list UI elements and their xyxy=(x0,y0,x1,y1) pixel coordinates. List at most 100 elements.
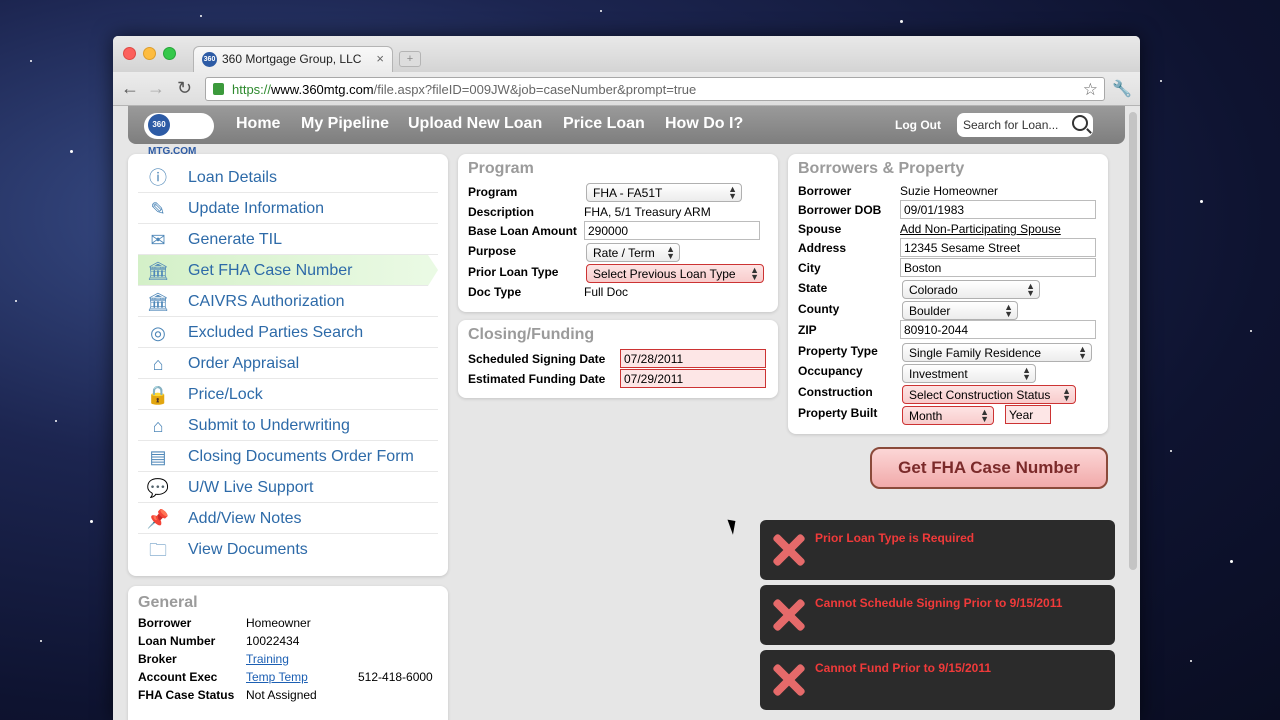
prior-loan-type-select[interactable]: Select Previous Loan Type ▲ ▼ xyxy=(586,264,764,283)
general-title: General xyxy=(138,594,198,611)
nav-how-do-i[interactable]: How Do I? xyxy=(665,115,743,133)
nav-upload-new-loan[interactable]: Upload New Loan xyxy=(408,115,542,133)
select-arrows-icon: ▲ ▼ xyxy=(1022,365,1031,382)
nav-my-pipeline[interactable]: My Pipeline xyxy=(301,115,389,133)
error-text: Prior Loan Type is Required xyxy=(815,531,975,545)
sidebar-item-uw-live-support[interactable]: 💬 U/W Live Support xyxy=(138,472,438,503)
loan-number-label: Loan Number xyxy=(138,634,216,648)
base-loan-label: Base Loan Amount xyxy=(468,224,577,238)
close-window-button[interactable] xyxy=(123,47,136,60)
page-scrollbar[interactable] xyxy=(1129,112,1137,570)
construction-status-select[interactable]: Select Construction Status ▲ ▼ xyxy=(902,385,1076,404)
broker-link[interactable]: Training xyxy=(246,652,289,666)
sidebar-item-label: Update Information xyxy=(188,200,325,217)
forward-arrow-icon[interactable]: → xyxy=(147,78,165,99)
base-loan-amount-input[interactable]: 290000 xyxy=(584,221,760,240)
browser-tab[interactable]: 360 360 Mortgage Group, LLC × xyxy=(193,46,393,72)
zip-label: ZIP xyxy=(798,323,817,337)
sidebar-item-excluded-parties-search[interactable]: ◎ Excluded Parties Search xyxy=(138,317,438,348)
lock-icon: 🔒 xyxy=(146,385,170,405)
select-arrows-icon: ▲ ▼ xyxy=(1078,344,1087,361)
general-panel: General Borrower Homeowner Loan Number 1… xyxy=(128,586,448,720)
minimize-window-button[interactable] xyxy=(143,47,156,60)
construction-select-value: Select Construction Status xyxy=(909,388,1051,402)
program-select[interactable]: FHA - FA51T ▲ ▼ xyxy=(586,183,742,202)
borrowers-title: Borrowers & Property xyxy=(798,160,965,177)
signing-date-label: Scheduled Signing Date xyxy=(468,352,606,366)
address-input[interactable]: 12345 Sesame Street xyxy=(900,238,1096,257)
fha-status-value: Not Assigned xyxy=(246,688,317,702)
zoom-window-button[interactable] xyxy=(163,47,176,60)
state-select[interactable]: Colorado ▲ ▼ xyxy=(902,280,1040,299)
document-stamp-icon: ✉ xyxy=(150,230,166,250)
state-select-value: Colorado xyxy=(909,283,958,297)
bookmark-star-icon[interactable]: ☆ xyxy=(1083,80,1098,100)
sidebar-item-add-view-notes[interactable]: 📌 Add/View Notes xyxy=(138,503,438,534)
new-tab-button[interactable]: + xyxy=(399,51,421,67)
select-arrows-icon: ▲ ▼ xyxy=(1026,281,1035,298)
sidebar-item-label: U/W Live Support xyxy=(188,479,314,496)
dob-input[interactable]: 09/01/1983 xyxy=(900,200,1096,219)
nav-price-loan[interactable]: Price Loan xyxy=(563,115,645,133)
search-icon[interactable] xyxy=(1072,115,1088,131)
wrench-icon[interactable]: 🔧 xyxy=(1112,79,1132,99)
sidebar-item-closing-documents-order-form[interactable]: ▤ Closing Documents Order Form xyxy=(138,441,438,472)
property-type-select[interactable]: Single Family Residence ▲ ▼ xyxy=(902,343,1092,362)
logout-link[interactable]: Log Out xyxy=(895,118,941,132)
loan-search-input[interactable]: Search for Loan... xyxy=(957,113,1093,137)
error-text: Cannot Schedule Signing Prior to 9/15/20… xyxy=(815,596,1063,610)
tab-close-icon[interactable]: × xyxy=(376,51,384,66)
back-arrow-icon[interactable]: ← xyxy=(121,78,139,99)
lock-icon xyxy=(213,83,224,95)
city-input[interactable]: Boston xyxy=(900,258,1096,277)
built-year-input[interactable]: Year xyxy=(1005,405,1051,424)
sidebar-item-label: View Documents xyxy=(188,541,308,558)
county-label: County xyxy=(798,302,840,316)
sidebar-item-submit-to-underwriting[interactable]: ⌂ Submit to Underwriting xyxy=(138,410,438,441)
sidebar-item-label: Submit to Underwriting xyxy=(188,417,350,434)
get-fha-case-number-button[interactable]: Get FHA Case Number xyxy=(870,447,1108,489)
sidebar-item-label: Price/Lock xyxy=(188,386,263,403)
address-bar[interactable]: https://www.360mtg.com/file.aspx?fileID=… xyxy=(205,77,1105,101)
purpose-label: Purpose xyxy=(468,244,517,258)
purpose-select-value: Rate / Term xyxy=(593,246,655,260)
purpose-select[interactable]: Rate / Term ▲ ▼ xyxy=(586,243,680,262)
funding-date-input[interactable]: 07/29/2011 xyxy=(620,369,766,388)
sidebar-item-price-lock[interactable]: 🔒 Price/Lock xyxy=(138,379,438,410)
construction-label: Construction xyxy=(798,385,873,399)
select-arrows-icon: ▲ ▼ xyxy=(1062,386,1071,403)
doc-type-value: Full Doc xyxy=(584,285,629,299)
error-message: Cannot Fund Prior to 9/15/2011 xyxy=(760,650,1115,710)
sidebar-item-loan-details[interactable]: ⓘ Loan Details xyxy=(138,162,438,193)
select-arrows-icon: ▲ ▼ xyxy=(980,407,989,424)
signing-date-input[interactable]: 07/28/2011 xyxy=(620,349,766,368)
mouse-cursor-icon xyxy=(727,517,740,535)
address-label: Address xyxy=(798,241,847,255)
sidebar-item-get-fha-case-number[interactable]: 🏛 Get FHA Case Number xyxy=(138,255,438,286)
browser-window: 360 360 Mortgage Group, LLC × + ← → ↻ ht… xyxy=(113,36,1140,720)
zip-input[interactable]: 80910-2044 xyxy=(900,320,1096,339)
sidebar-item-order-appraisal[interactable]: ⌂ Order Appraisal xyxy=(138,348,438,379)
site-logo[interactable]: 360MTG.COM xyxy=(144,113,214,157)
county-select[interactable]: Boulder ▲ ▼ xyxy=(902,301,1018,320)
borrower-label: Borrower xyxy=(798,184,852,198)
add-spouse-link[interactable]: Add Non-Participating Spouse xyxy=(900,222,1061,236)
target-icon: ◎ xyxy=(150,323,166,343)
sidebar-item-caivrs-authorization[interactable]: 🏛 CAIVRS Authorization xyxy=(138,286,438,317)
reload-icon[interactable]: ↻ xyxy=(177,78,192,99)
site-navbar: 360MTG.COM Home My Pipeline Upload New L… xyxy=(128,106,1125,157)
program-title: Program xyxy=(468,160,534,177)
sidebar-item-update-information[interactable]: ✎ Update Information xyxy=(138,193,438,224)
select-arrows-icon: ▲ ▼ xyxy=(666,244,675,261)
sidebar-item-view-documents[interactable]: 🗀 View Documents xyxy=(138,534,438,565)
built-month-select[interactable]: Month ▲ ▼ xyxy=(902,406,994,425)
built-month-value: Month xyxy=(909,409,943,423)
select-arrows-icon: ▲ ▼ xyxy=(728,184,737,201)
occupancy-select[interactable]: Investment ▲ ▼ xyxy=(902,364,1036,383)
account-exec-link[interactable]: Temp Temp xyxy=(246,670,308,684)
nav-home[interactable]: Home xyxy=(236,115,280,133)
sidebar-item-generate-til[interactable]: ✉ Generate TIL xyxy=(138,224,438,255)
general-borrower-label: Borrower xyxy=(138,616,192,630)
action-sidebar: ⓘ Loan Details ✎ Update Information ✉ Ge… xyxy=(128,154,448,576)
borrower-value: Suzie Homeowner xyxy=(900,184,999,198)
